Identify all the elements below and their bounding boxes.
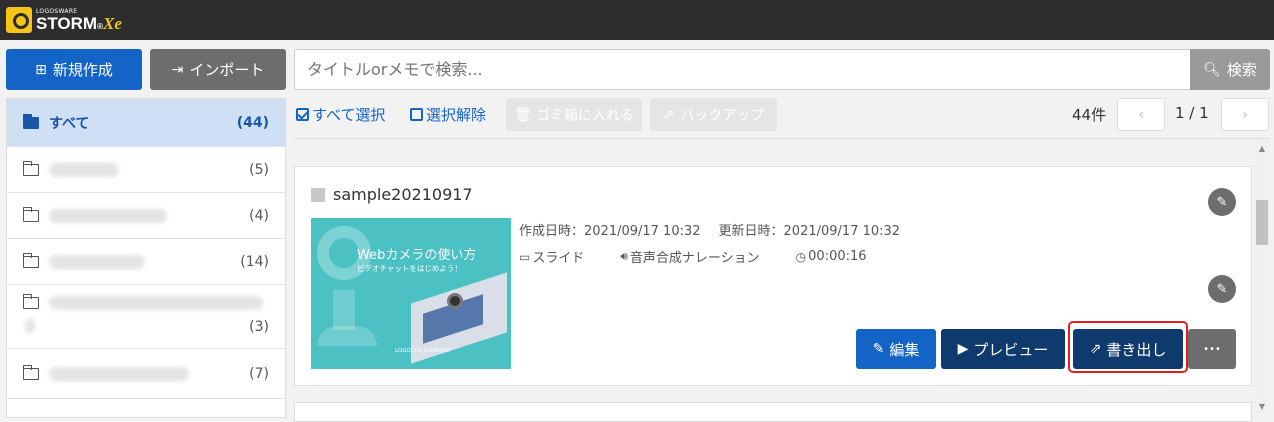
slide-icon: ▭	[519, 249, 531, 264]
webcam-icon	[447, 293, 463, 309]
card-dates: 作成日時：2021/09/17 10:32 更新日時：2021/09/17 10…	[519, 224, 901, 239]
next-page-button[interactable]: ›	[1221, 98, 1269, 131]
import-button[interactable]: ⇥ インポート	[150, 49, 286, 90]
folder-item[interactable]: (14)	[7, 239, 285, 285]
scroll-up-icon[interactable]: ▲	[1256, 144, 1268, 154]
total-count: 44件	[1072, 106, 1107, 124]
more-button[interactable]: •••	[1188, 329, 1236, 369]
ellipsis-icon: •••	[1203, 343, 1221, 355]
card-title: sample20210917	[311, 185, 473, 204]
card-checkbox[interactable]	[311, 187, 325, 202]
search-icon: 🔍︎	[1203, 61, 1221, 78]
trash-icon: 🗑︎	[514, 106, 532, 123]
add-icon: ⊞	[35, 61, 47, 78]
edit-memo-button[interactable]: ✎	[1208, 275, 1236, 303]
app-logo[interactable]: LOGOSWARE STORM®Xe	[6, 6, 122, 34]
folder-icon	[22, 294, 39, 309]
search-button[interactable]: 🔍︎ 検索	[1190, 49, 1270, 90]
card-thumbnail[interactable]: Webカメラの使い方 ビデオチャットをはじめよう！ LOGOCOS COMPAN…	[311, 218, 511, 369]
folder-name-redacted	[49, 296, 263, 310]
scroll-down-icon[interactable]: ▼	[1256, 402, 1268, 412]
preview-button[interactable]: ▶ プレビュー	[941, 329, 1065, 369]
checkbox-empty-icon	[410, 108, 423, 121]
folder-item[interactable]: (5)	[7, 147, 285, 193]
external-link-icon: ⇗	[662, 106, 675, 123]
pencil-icon: ✎	[1216, 281, 1228, 297]
export-highlight-box	[1068, 321, 1188, 373]
scrollbar-thumb[interactable]	[1256, 200, 1268, 245]
folder-item[interactable]: (4)	[7, 193, 285, 239]
clock-icon: ◷	[795, 249, 807, 264]
logo-main-text: STORM®Xe	[36, 13, 122, 33]
prev-page-button[interactable]: ‹	[1117, 98, 1165, 131]
pencil-icon: ✎	[872, 341, 885, 357]
folder-item-all[interactable]: すべて (44)	[7, 99, 285, 147]
folder-icon	[22, 364, 39, 380]
folder-icon	[22, 206, 39, 222]
content-card	[294, 402, 1252, 422]
import-icon: ⇥	[171, 61, 184, 78]
search-input[interactable]	[294, 49, 1191, 90]
edit-title-button[interactable]: ✎	[1208, 188, 1236, 216]
folder-name-redacted	[49, 208, 167, 223]
pencil-icon: ✎	[1216, 194, 1228, 210]
page-indicator: 1 / 1	[1175, 104, 1209, 122]
logo-mark-icon	[6, 7, 32, 33]
speaker-icon: 🔊︎	[620, 249, 628, 263]
edit-button[interactable]: ✎ 編集	[856, 329, 936, 369]
chevron-left-icon: ‹	[1138, 106, 1144, 123]
top-bar: LOGOSWARE STORM®Xe	[0, 0, 1274, 40]
folder-sidebar: すべて (44) (5) (4) (14) (3) (7)	[6, 98, 286, 418]
trash-button[interactable]: 🗑︎ ゴミ箱に入れる	[506, 98, 642, 131]
checkbox-checked-icon	[296, 108, 309, 121]
chevron-right-icon: ›	[1242, 106, 1248, 123]
folder-name-redacted	[49, 254, 145, 269]
folder-item[interactable]: (7)	[7, 349, 285, 399]
deselect-link[interactable]: 選択解除	[410, 104, 486, 125]
new-button[interactable]: ⊞ 新規作成	[6, 49, 142, 90]
folder-name-redacted	[49, 366, 189, 381]
backup-button[interactable]: ⇗ バックアップ	[650, 98, 777, 131]
scrollbar[interactable]	[1254, 139, 1270, 413]
folder-icon	[22, 160, 39, 176]
play-circle-icon: ▶	[957, 341, 969, 357]
folder-icon	[22, 252, 39, 268]
folder-icon	[22, 113, 39, 129]
folder-name-redacted	[49, 162, 119, 177]
card-attributes: ▭ スライド 🔊︎ 音声合成ナレーション ◷ 00:00:16	[519, 249, 867, 266]
select-all-link[interactable]: すべて選択	[296, 104, 385, 125]
folder-item[interactable]: (3)	[7, 285, 285, 349]
